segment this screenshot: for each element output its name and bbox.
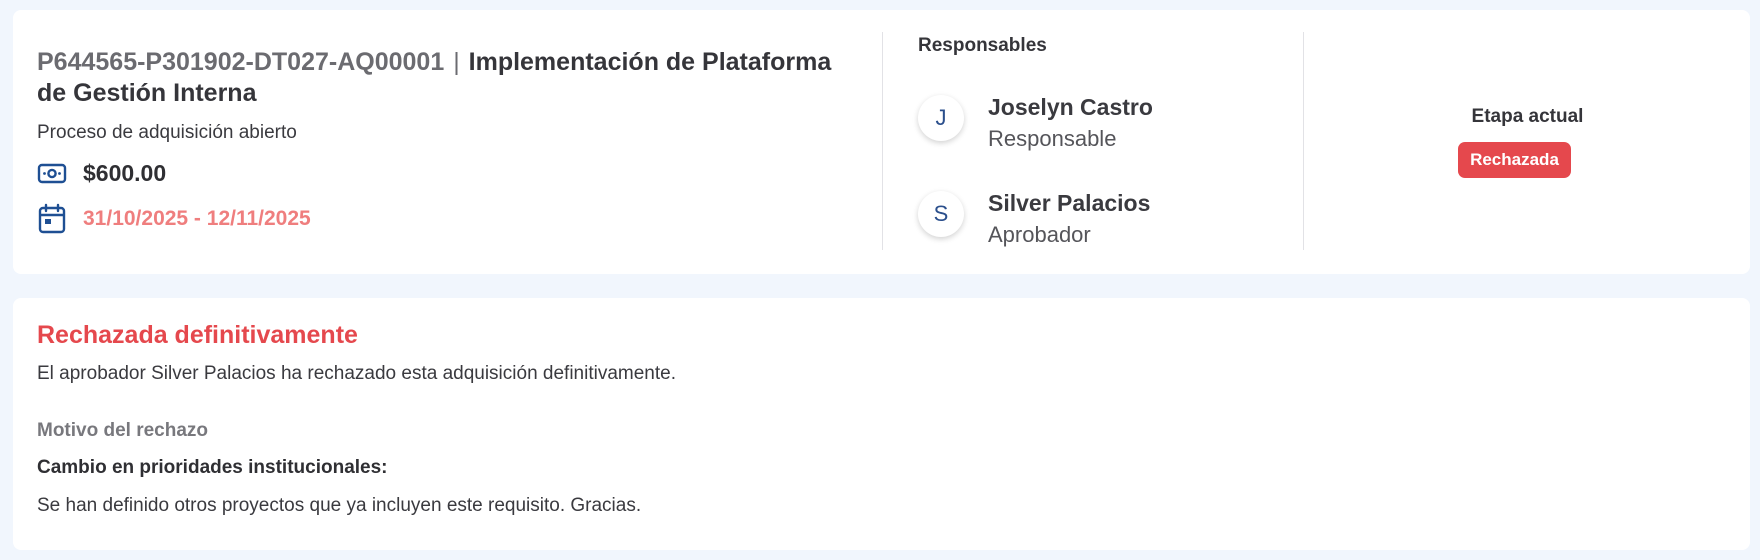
- date-row: 31/10/2025 - 12/11/2025: [37, 203, 311, 235]
- acquisition-title: P644565-P301902-DT027-AQ00001 | Implemen…: [37, 47, 837, 109]
- responsables-heading: Responsables: [918, 35, 1047, 56]
- process-type: Proceso de adquisición abierto: [37, 122, 297, 143]
- amount-row: $600.00: [37, 160, 166, 187]
- person-joselyn-castro: J Joselyn Castro Responsable: [918, 92, 1153, 156]
- date-range: 31/10/2025 - 12/11/2025: [83, 207, 311, 230]
- acquisition-code: P644565-P301902-DT027-AQ00001: [37, 48, 445, 76]
- rejection-description: El aprobador Silver Palacios ha rechazad…: [37, 363, 676, 384]
- reason-label: Motivo del rechazo: [37, 420, 209, 441]
- rejection-card: Rechazada definitivamente El aprobador S…: [13, 298, 1750, 550]
- rejection-title: Rechazada definitivamente: [37, 321, 358, 349]
- person-name: Joselyn Castro: [988, 94, 1153, 120]
- avatar: J: [918, 95, 964, 141]
- reason-text: Se han definido otros proyectos que ya i…: [37, 495, 642, 516]
- person-info: Joselyn Castro Responsable: [988, 92, 1153, 156]
- person-role: Aprobador: [988, 222, 1091, 247]
- reason-title: Cambio en prioridades institucionales:: [37, 457, 388, 478]
- person-info: Silver Palacios Aprobador: [988, 188, 1150, 252]
- person-role: Responsable: [988, 126, 1117, 151]
- money-icon: [37, 162, 67, 186]
- stage-label: Etapa actual: [1471, 106, 1584, 127]
- acquisition-summary-card: P644565-P301902-DT027-AQ00001 | Implemen…: [13, 10, 1750, 274]
- person-name: Silver Palacios: [988, 190, 1151, 216]
- status-badge: Rechazada: [1458, 142, 1571, 178]
- title-separator: |: [453, 48, 460, 76]
- calendar-icon: [37, 203, 67, 235]
- divider: [882, 32, 883, 250]
- amount-value: $600.00: [83, 160, 167, 186]
- divider: [1303, 32, 1304, 250]
- person-silver-palacios: S Silver Palacios Aprobador: [918, 188, 1150, 252]
- avatar: S: [918, 191, 964, 237]
